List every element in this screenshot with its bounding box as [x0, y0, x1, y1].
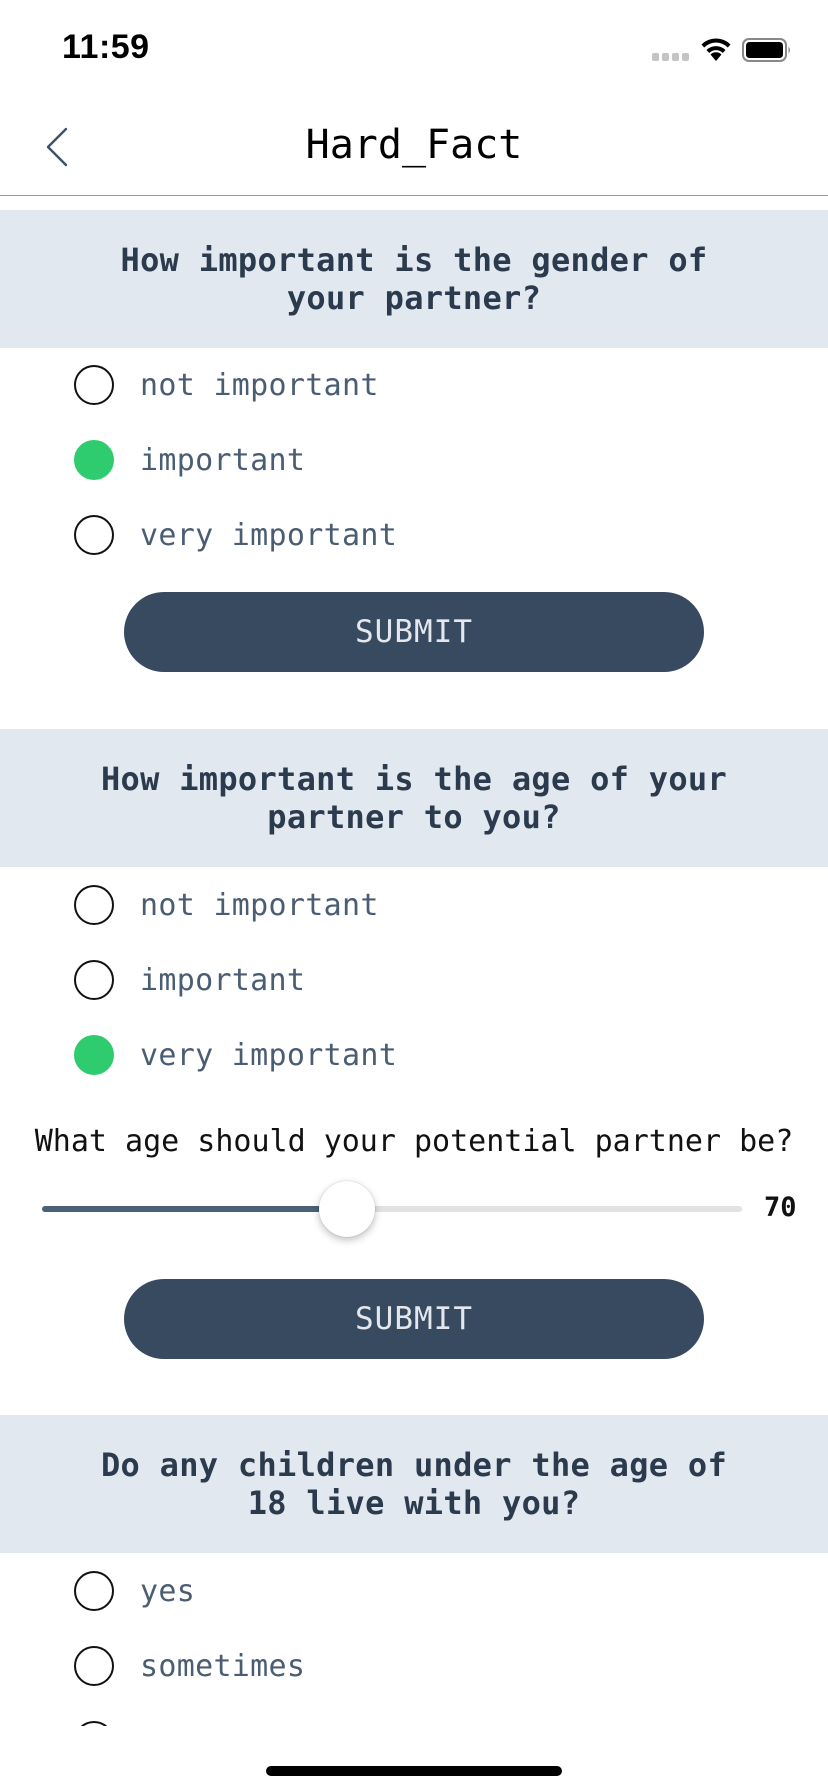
radio-button-selected[interactable]	[74, 1035, 114, 1075]
question-text: How important is the gender of your part…	[120, 241, 708, 317]
radio-option-not-important[interactable]: not important	[74, 362, 379, 408]
radio-option-very-important[interactable]: very important	[74, 1032, 397, 1078]
radio-option-important[interactable]: important	[74, 957, 305, 1003]
radio-option-partial[interactable]	[74, 1718, 114, 1726]
option-label: very important	[140, 1037, 398, 1073]
age-slider[interactable]	[42, 1181, 742, 1237]
wifi-icon	[701, 38, 731, 61]
question-text: Do any children under the age of 18 live…	[100, 1446, 728, 1522]
radio-button[interactable]	[74, 960, 114, 1000]
question-header-age: How important is the age of your partner…	[0, 729, 828, 867]
submit-button[interactable]: SUBMIT	[124, 1279, 704, 1359]
option-label: not important	[140, 887, 379, 923]
questions-scroll-area[interactable]: How important is the gender of your part…	[0, 196, 828, 1726]
submit-button[interactable]: SUBMIT	[124, 592, 704, 672]
option-label: sometimes	[140, 1648, 306, 1684]
radio-option-yes[interactable]: yes	[74, 1568, 195, 1614]
radio-button[interactable]	[74, 1646, 114, 1686]
age-slider-label: What age should your potential partner b…	[34, 1124, 794, 1159]
radio-option-sometimes[interactable]: sometimes	[74, 1643, 305, 1689]
home-indicator	[266, 1766, 562, 1776]
status-bar: 11:59	[0, 0, 828, 100]
cellular-signal-icon	[652, 47, 692, 61]
radio-button[interactable]	[74, 365, 114, 405]
question-text: How important is the age of your partner…	[100, 760, 728, 836]
age-slider-value: 70	[764, 1192, 797, 1223]
option-label: important	[140, 442, 306, 478]
radio-button[interactable]	[74, 1571, 114, 1611]
radio-option-not-important[interactable]: not important	[74, 882, 379, 928]
option-label: yes	[140, 1573, 196, 1609]
slider-thumb[interactable]	[319, 1181, 375, 1237]
radio-button[interactable]	[74, 885, 114, 925]
radio-button[interactable]	[74, 515, 114, 555]
slider-track-fill	[42, 1206, 347, 1212]
battery-icon	[742, 38, 790, 62]
page-title: Hard_Fact	[305, 122, 523, 168]
question-header-children: Do any children under the age of 18 live…	[0, 1415, 828, 1553]
radio-button-selected[interactable]	[74, 440, 114, 480]
option-label: important	[140, 962, 306, 998]
radio-option-important[interactable]: important	[74, 437, 305, 483]
status-time: 11:59	[62, 28, 150, 66]
radio-option-very-important[interactable]: very important	[74, 512, 397, 558]
navigation-bar: Hard_Fact	[0, 100, 828, 196]
question-header-gender: How important is the gender of your part…	[0, 210, 828, 348]
radio-button[interactable]	[74, 1721, 114, 1726]
option-label: very important	[140, 517, 398, 553]
option-label: not important	[140, 367, 379, 403]
